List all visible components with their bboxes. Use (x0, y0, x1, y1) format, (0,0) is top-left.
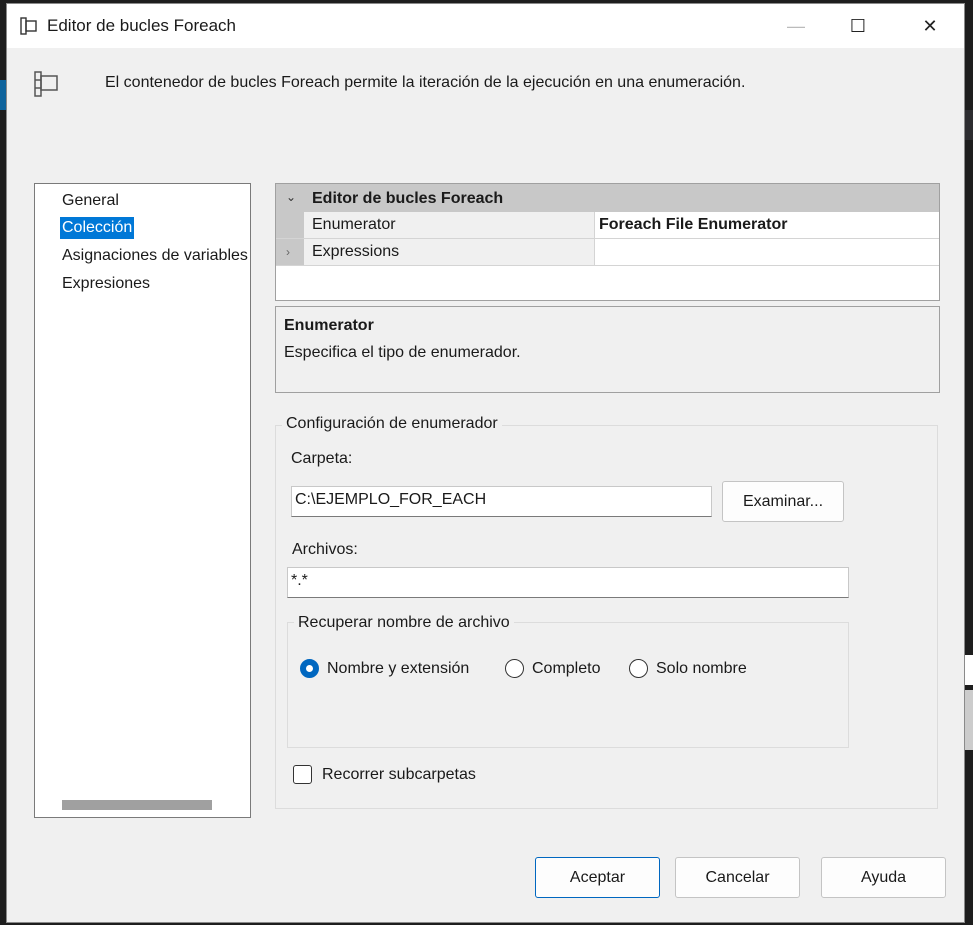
chevron-down-icon[interactable]: ⌄ (286, 190, 296, 204)
nav-item-coleccion[interactable]: Colección (60, 217, 135, 239)
radio-label: Solo nombre (656, 659, 747, 677)
property-name: Expressions (304, 239, 595, 265)
nav-item-expresiones[interactable]: Expresiones (60, 273, 152, 295)
chevron-right-icon[interactable]: › (286, 245, 290, 259)
folder-label: Carpeta: (291, 450, 353, 467)
help-button[interactable]: Ayuda (821, 857, 946, 898)
nav-item-general[interactable]: General (60, 190, 121, 212)
enumerator-config-legend: Configuración de enumerador (282, 415, 502, 433)
foreach-editor-dialog: Editor de bucles Foreach — ☐ ✕ El conten… (6, 3, 965, 923)
checkbox-unchecked-icon (293, 765, 312, 784)
checkbox-label: Recorrer subcarpetas (322, 765, 476, 783)
property-value[interactable]: Foreach File Enumerator (596, 212, 939, 238)
retrieve-filename-legend: Recuperar nombre de archivo (294, 614, 514, 632)
property-description-title: Enumerator (284, 317, 374, 334)
background-app (965, 690, 973, 750)
radio-label: Completo (532, 659, 601, 677)
background-app (965, 110, 973, 140)
cancel-button[interactable]: Cancelar (675, 857, 800, 898)
background-app (965, 655, 973, 685)
horizontal-scrollbar-thumb[interactable] (62, 800, 212, 810)
radio-completo[interactable]: Completo (505, 659, 600, 678)
property-category-row[interactable]: ⌄ Editor de bucles Foreach (276, 184, 939, 212)
traverse-subfolders-checkbox[interactable]: Recorrer subcarpetas (293, 765, 476, 784)
maximize-button[interactable]: ☐ (835, 4, 881, 48)
property-grid[interactable]: ⌄ Editor de bucles Foreach Enumerator Fo… (275, 183, 940, 301)
property-description-panel: Enumerator Especifica el tipo de enumera… (275, 306, 940, 393)
property-description-text: Especifica el tipo de enumerador. (284, 344, 521, 361)
radio-nombre-y-extension[interactable]: Nombre y extensión (300, 659, 469, 678)
minimize-button[interactable]: — (773, 4, 819, 48)
page-navigation-list[interactable]: General Colección Asignaciones de variab… (34, 183, 251, 818)
property-gutter (276, 239, 304, 265)
property-row-expressions[interactable]: › Expressions (276, 239, 939, 266)
property-category-label: Editor de bucles Foreach (312, 190, 504, 207)
foreach-container-icon (34, 71, 58, 97)
foreach-container-icon (20, 17, 37, 35)
radio-unchecked-icon (505, 659, 524, 678)
title-bar[interactable]: Editor de bucles Foreach — ☐ ✕ (7, 4, 964, 48)
window-title: Editor de bucles Foreach (47, 16, 236, 35)
header-description: El contenedor de bucles Foreach permite … (105, 74, 746, 91)
folder-input[interactable]: C:\EJEMPLO_FOR_EACH (291, 486, 712, 517)
property-value[interactable] (596, 239, 939, 265)
nav-item-asignaciones-de-variables[interactable]: Asignaciones de variables (60, 245, 250, 267)
files-input[interactable]: *.* (287, 567, 849, 598)
property-name: Enumerator (304, 212, 595, 238)
property-row-enumerator[interactable]: Enumerator Foreach File Enumerator (276, 212, 939, 239)
ok-button[interactable]: Aceptar (535, 857, 660, 898)
radio-solo-nombre[interactable]: Solo nombre (629, 659, 747, 678)
files-label: Archivos: (292, 541, 358, 558)
radio-unchecked-icon (629, 659, 648, 678)
property-gutter (276, 212, 304, 238)
close-button[interactable]: ✕ (907, 4, 953, 48)
radio-checked-icon (300, 659, 319, 678)
retrieve-filename-group (287, 622, 849, 748)
radio-label: Nombre y extensión (327, 659, 470, 677)
browse-button[interactable]: Examinar... (722, 481, 844, 522)
